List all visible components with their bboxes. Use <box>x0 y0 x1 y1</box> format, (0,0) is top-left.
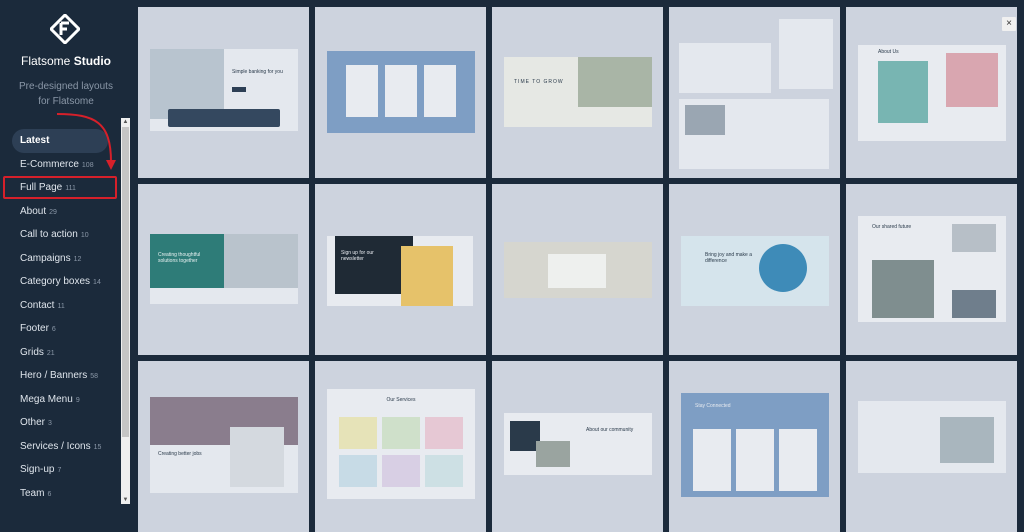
menu-item-count: 6 <box>47 490 52 498</box>
menu-item-call-to-action[interactable]: Call to action 10 <box>0 223 119 247</box>
menu-item-mega-menu[interactable]: Mega Menu 9 <box>0 388 119 412</box>
menu-item-count: 12 <box>73 255 82 263</box>
tile-heading: About our community <box>586 427 634 433</box>
layout-tile[interactable]: Creating thoughtful solutions together <box>138 184 309 355</box>
menu-item-label: Contact <box>20 299 55 311</box>
menu-item-category-boxes[interactable]: Category boxes 14 <box>0 270 119 294</box>
tagline: Pre-designed layouts for Flatsome <box>0 79 132 109</box>
tagline-line-2: for Flatsome <box>38 96 94 107</box>
layout-tile[interactable]: About Us <box>846 7 1017 178</box>
layout-tile[interactable]: Simple banking for you <box>138 7 309 178</box>
brand-name: Flatsome <box>20 54 71 68</box>
menu-item-count: 29 <box>49 208 57 216</box>
menu-item-label: Mega Menu <box>20 393 73 405</box>
menu-item-contact[interactable]: Contact 11 <box>0 294 119 318</box>
menu-item-count: 3 <box>48 420 52 427</box>
menu-item-label: Team <box>20 487 45 499</box>
layout-tile[interactable]: TIME TO GROW <box>492 7 663 178</box>
menu-item-label: Hero / Banners <box>20 370 88 381</box>
tile-heading: Bring joy and make a difference <box>705 252 752 264</box>
menu-item-label: Campaigns <box>20 252 71 264</box>
tile-heading: Creating thoughtful solutions together <box>158 252 201 264</box>
menu-item-label: About <box>20 205 47 217</box>
menu-item-count: 11 <box>57 302 65 310</box>
layout-tile[interactable]: Sign up for our newsletter <box>315 184 486 355</box>
menu-item-count: 7 <box>57 467 62 474</box>
menu-item-label: Call to action <box>20 229 78 240</box>
menu-item-grids[interactable]: Grids 21 <box>0 341 119 365</box>
annotation-arrow-icon <box>56 113 116 170</box>
brand-suffix: Studio <box>73 54 112 68</box>
menu-item-footer[interactable]: Footer 6 <box>0 317 119 341</box>
scroll-down-arrow-icon[interactable]: ▼ <box>121 496 130 504</box>
menu-item-count: 15 <box>93 443 102 451</box>
menu-item-count: 10 <box>80 232 89 239</box>
layout-tile[interactable] <box>492 184 663 355</box>
menu-item-count: 21 <box>46 349 55 357</box>
menu-item-count: 6 <box>51 326 56 333</box>
menu-item-services-icons[interactable]: Services / Icons 15 <box>0 435 119 459</box>
layout-tile[interactable]: About our community <box>492 361 663 532</box>
tile-heading: Creating better jobs <box>158 451 202 457</box>
menu-item-team[interactable]: Team 6 <box>0 482 119 506</box>
menu-item-label: Sign-up <box>20 464 55 475</box>
close-button[interactable]: × <box>1002 17 1016 31</box>
layout-tile[interactable]: Bring joy and make a difference <box>669 184 840 355</box>
tile-heading: About Us <box>878 49 899 55</box>
menu-item-count: 9 <box>75 396 80 404</box>
layout-tile[interactable] <box>315 7 486 178</box>
menu-item-other[interactable]: Other 3 <box>0 411 119 435</box>
tile-heading: Our shared future <box>872 224 912 230</box>
layout-grid: Simple banking for you TIME TO GROW Abou… <box>138 7 1024 532</box>
layout-tile[interactable] <box>846 361 1017 532</box>
menu-item-label: Grids <box>20 346 44 358</box>
menu-item-count: 58 <box>90 373 99 380</box>
sidebar-scrollbar[interactable]: ▲ ▼ <box>121 118 130 504</box>
sidebar: Flatsome Studio Pre-designed layouts for… <box>0 0 132 504</box>
layout-tile[interactable]: Creating better jobs <box>138 361 309 532</box>
menu-item-label: Footer <box>20 323 49 334</box>
menu-item-label: Services / Icons <box>20 440 91 452</box>
tile-heading: Stay Connected <box>695 403 731 409</box>
menu-item-label: Other <box>20 417 46 428</box>
tile-heading: TIME TO GROW <box>514 79 564 85</box>
menu-item-label: Latest <box>20 135 50 146</box>
tagline-line-1: Pre-designed layouts <box>19 81 113 92</box>
menu-item-about[interactable]: About 29 <box>0 200 119 224</box>
tile-heading: Simple banking for you <box>232 69 283 75</box>
scrollbar-thumb[interactable] <box>122 127 129 437</box>
full-page-highlight-box <box>3 176 117 199</box>
menu-item-count: 14 <box>93 279 101 286</box>
brand-title: Flatsome Studio <box>0 54 132 68</box>
menu-item-label: Category boxes <box>20 276 91 287</box>
layout-tile[interactable] <box>669 7 840 178</box>
layout-tile[interactable]: Stay Connected <box>669 361 840 532</box>
layout-tile[interactable]: Our shared future <box>846 184 1017 355</box>
menu-item-sign-up[interactable]: Sign-up 7 <box>0 458 119 482</box>
menu-item-campaigns[interactable]: Campaigns 12 <box>0 247 119 271</box>
flatsome-logo-icon <box>50 14 80 44</box>
layout-tile[interactable]: Our Services <box>315 361 486 532</box>
tile-heading: Our Services <box>386 397 416 403</box>
menu-item-hero-banners[interactable]: Hero / Banners 58 <box>0 364 119 388</box>
scroll-up-arrow-icon[interactable]: ▲ <box>121 118 130 126</box>
tile-heading: Sign up for our newsletter <box>341 250 374 262</box>
